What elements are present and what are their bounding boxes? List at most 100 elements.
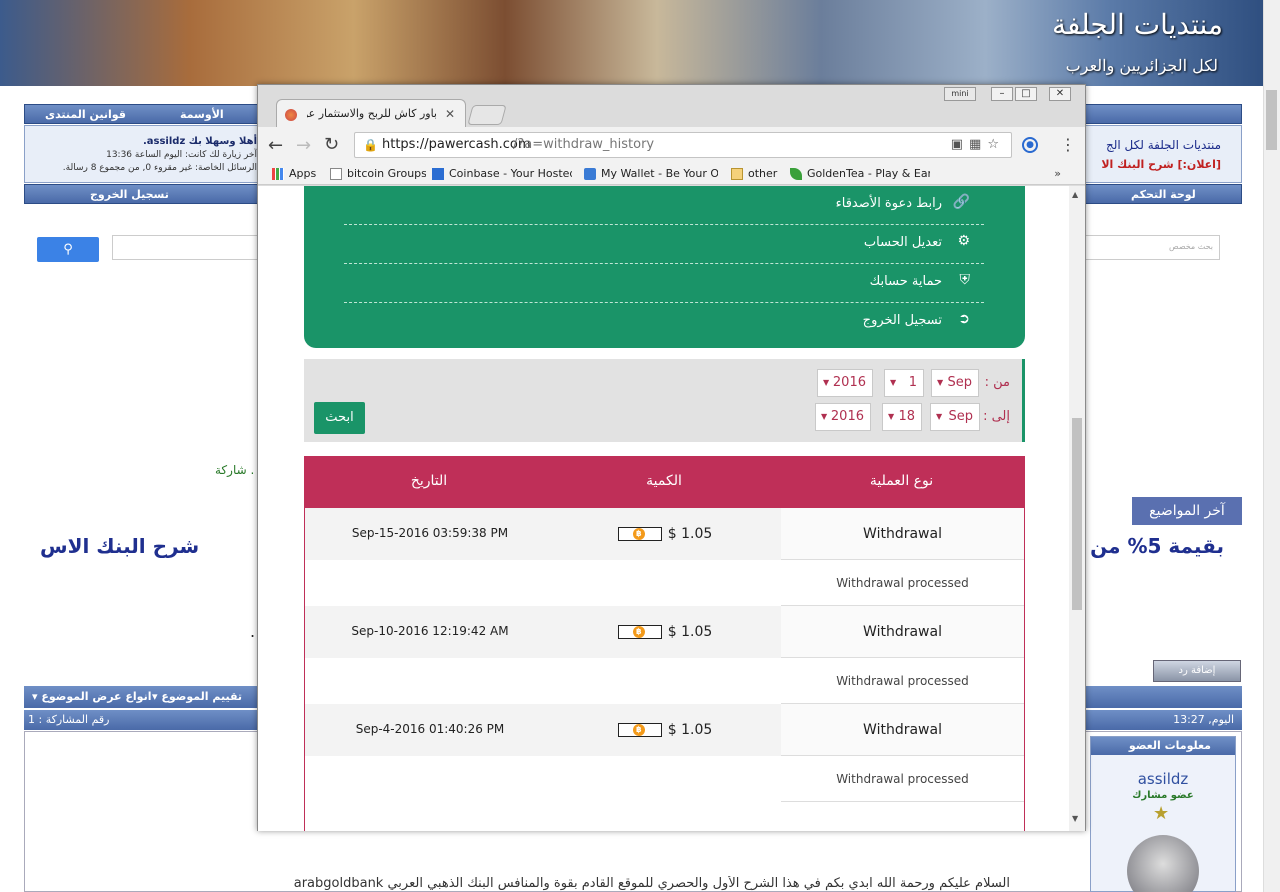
announcement-link[interactable]: [اعلان:] شرح البنك الا (1087, 158, 1221, 171)
apps-grid-icon (272, 168, 284, 180)
bookmark-bitcoin-groups[interactable]: bitcoin Groups (330, 163, 426, 185)
tab-title: باور كاش للربح والاستثمار عن (307, 107, 437, 120)
col-date: التاريخ (410, 473, 448, 489)
row-date: Sep-4-2016 01:40:26 PM (355, 722, 505, 736)
headline-dot: . (250, 622, 256, 641)
url-path: /?a=withdraw_history (513, 137, 655, 152)
nav-medals-link[interactable]: الأوسمة (180, 105, 224, 125)
chevron-down-icon: ▼ (821, 412, 828, 421)
welcome-text: أهلا وسهلا بك assildz. (142, 136, 257, 147)
tab-close-icon[interactable]: ✕ (445, 100, 455, 128)
page-scroll-thumb[interactable] (1266, 90, 1277, 150)
reload-icon[interactable]: ↻ (324, 134, 339, 155)
date-filter-form: من : إلى : ▼ Sep ▼ 1 ▼ 2016 ▼ Sep ▼ 18 ▼ 2016 … (304, 359, 1025, 442)
new-tab-button[interactable] (467, 105, 507, 125)
table-row (304, 802, 1025, 831)
post-date: اليوم, 13:27 (1173, 713, 1234, 726)
col-type: نوع العملية (869, 473, 934, 489)
lock-icon[interactable]: 🔒 (363, 133, 378, 157)
row-type: Withdrawal (781, 606, 1024, 658)
site-favicon-icon (285, 109, 297, 121)
bookmark-star-icon[interactable]: ▣▦☆ (951, 133, 1005, 157)
col-amount: الكمية (646, 473, 682, 489)
nav-rules-link[interactable]: قوانين المنتدى (45, 105, 126, 125)
shield-icon: ⛨ (959, 272, 971, 288)
post-text: السلام عليكم ورحمة الله ابدي بكم في هذا … (293, 876, 1010, 891)
blockchain-icon (584, 168, 596, 180)
rate-thread-menu[interactable]: ▾ تقييم الموضوع (152, 686, 242, 708)
address-bar[interactable]: 🔒 https://pawercash.com /?a=withdraw_his… (354, 132, 1012, 158)
page-icon (330, 168, 342, 180)
row-type: Withdrawal (781, 508, 1024, 560)
scroll-thumb[interactable] (1072, 418, 1082, 610)
forum-banner: منتديات الجلفة لكل الجزائريين والعرب (0, 0, 1263, 86)
bookmark-my-wallet[interactable]: My Wallet - Be Your Ow (584, 163, 718, 185)
browser-menu-icon[interactable]: ⋮ (1060, 135, 1076, 154)
search-button[interactable]: ابحث (314, 402, 365, 434)
mini-mode-button[interactable]: mini (944, 87, 976, 101)
page-scrollbar[interactable]: ▲ ▼ (1069, 186, 1085, 831)
row-type: Withdrawal (781, 704, 1024, 756)
to-year-select[interactable]: ▼ 2016 (815, 403, 871, 431)
row-status: Withdrawal processed (781, 560, 1024, 606)
menu-invite-friends[interactable]: 🔗 رابط دعوة الأصدقاء (344, 186, 984, 225)
topic-headline-left[interactable]: شرح البنك الاس (40, 534, 260, 558)
chevron-down-icon: ▼ (823, 378, 830, 387)
add-reply-button[interactable]: إضافة رد (1153, 660, 1241, 682)
rank-star-icon: ★ (1153, 803, 1170, 824)
menu-edit-account[interactable]: ⚙ تعديل الحساب (344, 225, 984, 264)
minimize-button[interactable]: – (991, 87, 1013, 101)
post-number[interactable]: رقم المشاركة : 1 (28, 710, 109, 730)
bookmark-coinbase[interactable]: Coinbase - Your Hosted (432, 163, 572, 185)
bookmarks-overflow-icon[interactable]: » (1054, 163, 1061, 185)
from-month-select[interactable]: ▼ Sep (931, 369, 979, 397)
avatar[interactable] (1127, 835, 1199, 892)
back-arrow-icon[interactable]: ← (268, 135, 283, 156)
from-year-select[interactable]: ▼ 2016 (817, 369, 873, 397)
display-modes-menu[interactable]: ▾ انواع عرض الموضوع (32, 686, 151, 708)
to-month-select[interactable]: ▼ Sep (930, 403, 980, 431)
scroll-down-icon[interactable]: ▼ (1072, 814, 1078, 823)
search-placeholder: بحث مخصص (1169, 242, 1213, 251)
bookmark-folder-other[interactable]: other (731, 163, 781, 185)
member-rank: عضو مشارك (1132, 790, 1194, 801)
latest-topics-label[interactable]: آخر المواضيع (1132, 497, 1242, 525)
row-date: Sep-10-2016 12:19:42 AM (351, 624, 509, 638)
forum-home-link[interactable]: منتديات الجلفة لكل الج (1087, 138, 1221, 152)
to-day-select[interactable]: ▼ 18 (882, 403, 922, 431)
logout-link[interactable]: تسجيل الخروج (90, 185, 169, 205)
private-messages-link[interactable]: الرسائل الخاصة: غير مقروء 0, من مجموع 8 … (31, 163, 257, 173)
gear-icon: ⚙ (957, 233, 970, 249)
maximize-button[interactable]: □ (1015, 87, 1037, 101)
member-info-panel: معلومات العضو assildz عضو مشارك ★ (1090, 736, 1236, 892)
row-status: Withdrawal processed (781, 756, 1024, 802)
chevron-down-icon: ▼ (936, 412, 943, 421)
control-panel-link[interactable]: لوحة التحكم (1131, 185, 1196, 205)
forum-search-button[interactable]: ⚲ (37, 237, 99, 262)
browser-window: mini – □ ✕ باور كاش للربح والاستثمار عن … (257, 84, 1086, 831)
table-row: Withdrawal ฿ $ 1.05 Sep-10-2016 12:19:42 … (304, 606, 1025, 704)
to-label: إلى : (983, 409, 1010, 424)
bookmark-goldentea[interactable]: GoldenTea - Play & Ear (790, 163, 930, 185)
extension-icon[interactable]: ● (1022, 137, 1038, 153)
scroll-up-icon[interactable]: ▲ (1072, 190, 1078, 199)
bitcoin-icon: ฿ (617, 625, 662, 639)
chevron-down-icon: ▼ (937, 378, 944, 387)
banner-subtitle: لكل الجزائريين والعرب (1065, 56, 1218, 75)
link-icon: 🔗 (952, 194, 970, 210)
chevron-down-icon: ▼ (890, 378, 897, 387)
green-note: شاركة . (215, 463, 255, 477)
table-row: Withdrawal ฿ $ 1.05 Sep-4-2016 01:40:26 P… (304, 704, 1025, 802)
bitcoin-icon: ฿ (617, 723, 662, 737)
window-close-button[interactable]: ✕ (1049, 87, 1071, 101)
from-day-select[interactable]: ▼ 1 (884, 369, 924, 397)
forward-arrow-icon[interactable]: → (296, 135, 311, 156)
browser-toolbar: ← → ↻ 🔒 https://pawercash.com /?a=withdr… (258, 127, 1085, 163)
tab-pawercash[interactable]: باور كاش للربح والاستثمار عن ✕ (276, 99, 466, 127)
member-name[interactable]: assildz (1091, 770, 1235, 788)
history-table-header: نوع العملية الكمية التاريخ (304, 456, 1025, 508)
bookmark-apps[interactable]: Apps (272, 163, 332, 185)
menu-account-security[interactable]: ⛨ حماية حسابك (344, 264, 984, 303)
menu-logout[interactable]: ➲ تسجيل الخروج (344, 303, 984, 342)
coinbase-icon (432, 168, 444, 180)
